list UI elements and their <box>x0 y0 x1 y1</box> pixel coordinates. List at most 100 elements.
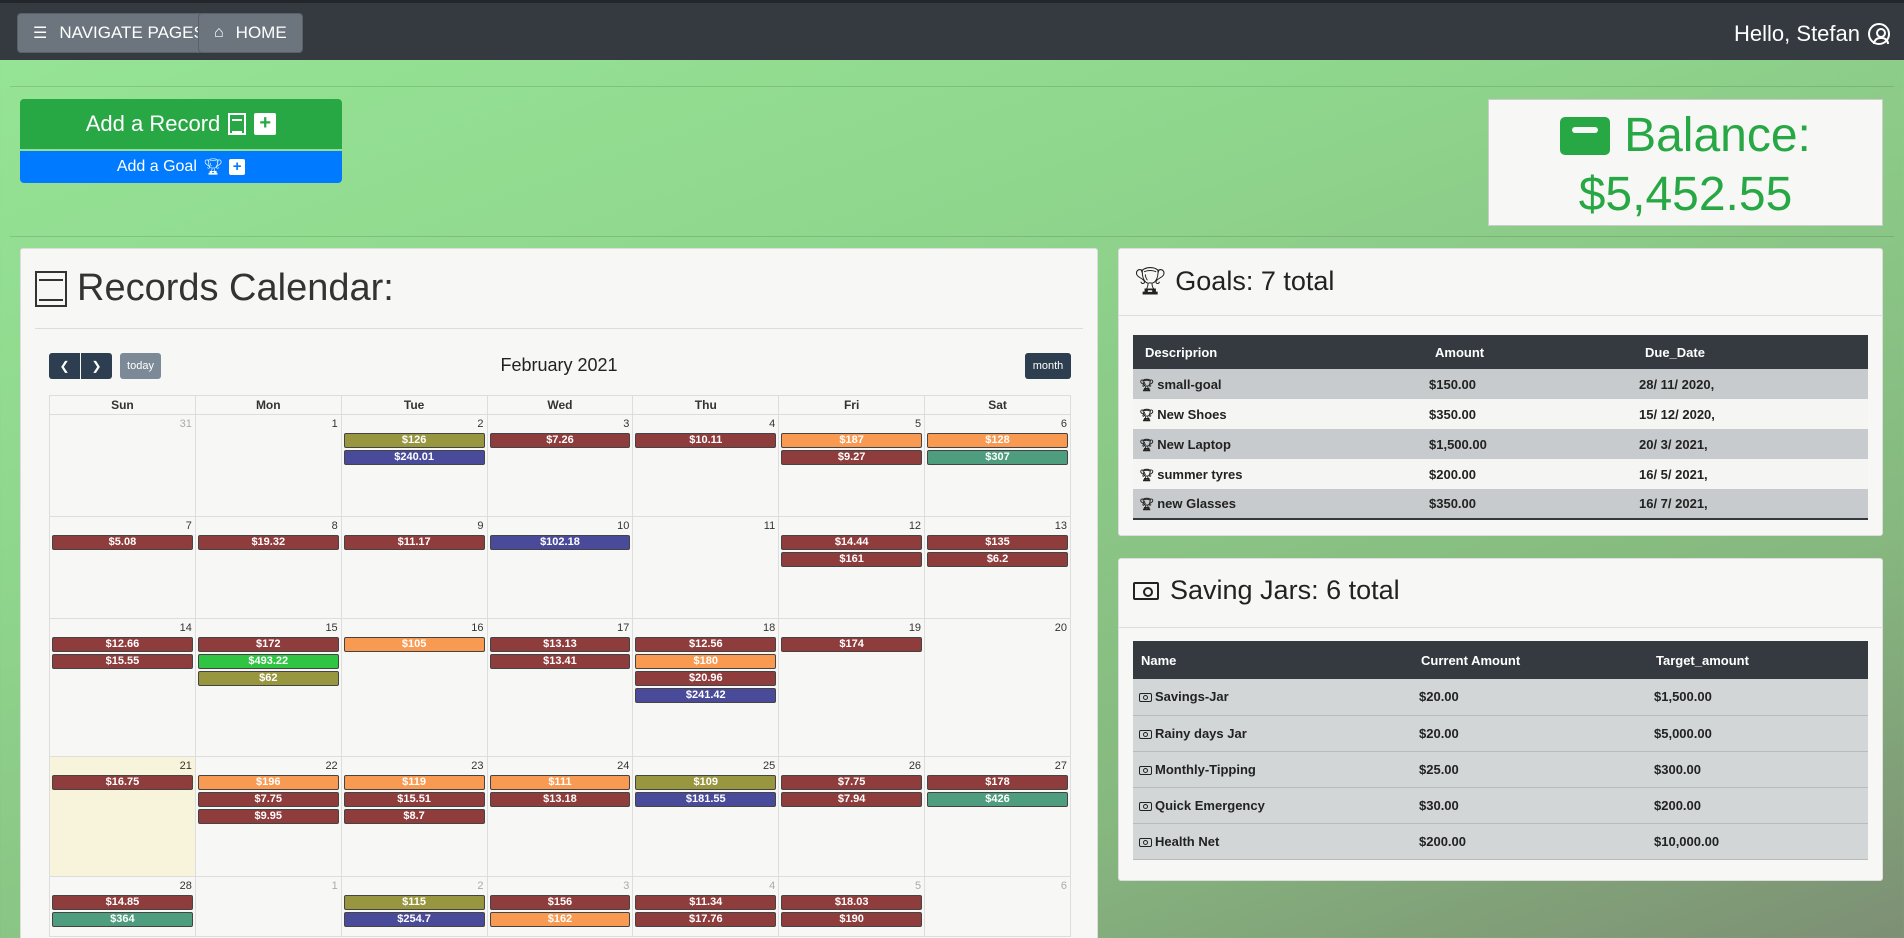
calendar-day-cell[interactable]: 4 $10.11 <box>632 414 780 517</box>
calendar-event[interactable]: $11.17 <box>343 535 485 550</box>
calendar-day-cell[interactable]: 12 $14.44 $161 <box>778 516 926 619</box>
saving-jar-row[interactable]: Health Net $200.00 $10,000.00 <box>1133 823 1868 860</box>
calendar-day-cell[interactable]: 10 $102.18 <box>486 516 634 619</box>
home-button[interactable]: ⌂ HOME <box>198 13 303 53</box>
calendar-event[interactable]: $254.7 <box>343 912 485 927</box>
calendar-event[interactable]: $7.75 <box>781 775 923 790</box>
calendar-event[interactable]: $172 <box>197 637 339 652</box>
calendar-event[interactable]: $178 <box>927 775 1068 790</box>
calendar-day-cell[interactable]: 5 $187 $9.27 <box>778 414 926 517</box>
calendar-day-cell[interactable]: 26 $7.75 $7.94 <box>778 756 926 877</box>
navigate-pages-button[interactable]: ☰ NAVIGATE PAGES <box>17 13 221 53</box>
calendar-day-cell[interactable]: 2 $115 $254.7 <box>340 876 488 937</box>
goal-row[interactable]: 🏆︎ new Glasses $350.00 16/ 7/ 2021, <box>1133 489 1868 520</box>
calendar-event[interactable]: $109 <box>635 775 777 790</box>
calendar-event[interactable]: $12.56 <box>635 637 777 652</box>
calendar-day-cell[interactable]: 19 $174 <box>778 618 926 757</box>
calendar-day-cell[interactable]: 1 <box>194 414 342 517</box>
saving-jar-row[interactable]: Savings-Jar $20.00 $1,500.00 <box>1133 679 1868 716</box>
calendar-event[interactable]: $13.13 <box>489 637 631 652</box>
calendar-event[interactable]: $5.08 <box>52 535 193 550</box>
calendar-event[interactable]: $128 <box>927 433 1068 448</box>
calendar-day-cell[interactable]: 27 $178 $426 <box>924 756 1071 877</box>
calendar-day-cell[interactable]: 11 <box>632 516 780 619</box>
calendar-event[interactable]: $7.75 <box>197 792 339 807</box>
goal-row[interactable]: 🏆︎ small-goal $150.00 28/ 11/ 2020, <box>1133 369 1868 399</box>
saving-jar-row[interactable]: Monthly-Tipping $25.00 $300.00 <box>1133 751 1868 788</box>
calendar-event[interactable]: $9.95 <box>197 809 339 824</box>
goal-row[interactable]: 🏆︎ New Shoes $350.00 15/ 12/ 2020, <box>1133 399 1868 429</box>
calendar-day-cell[interactable]: 3 $7.26 <box>486 414 634 517</box>
calendar-event[interactable]: $187 <box>781 433 923 448</box>
calendar-day-cell[interactable]: 13 $135 $6.2 <box>924 516 1071 619</box>
calendar-event[interactable]: $11.34 <box>635 895 777 910</box>
calendar-event[interactable]: $135 <box>927 535 1068 550</box>
calendar-event[interactable]: $7.94 <box>781 792 923 807</box>
calendar-event[interactable]: $16.75 <box>52 775 193 790</box>
calendar-day-cell[interactable]: 7 $5.08 <box>49 516 196 619</box>
calendar-event[interactable]: $14.85 <box>52 895 193 910</box>
calendar-day-cell[interactable]: 9 $11.17 <box>340 516 488 619</box>
user-greeting[interactable]: Hello, Stefan <box>1734 21 1890 47</box>
calendar-event[interactable]: $190 <box>781 912 923 927</box>
calendar-event[interactable]: $18.03 <box>781 895 923 910</box>
calendar-event[interactable]: $102.18 <box>489 535 631 550</box>
calendar-event[interactable]: $493.22 <box>197 654 339 669</box>
calendar-event[interactable]: $8.7 <box>343 809 485 824</box>
add-goal-button[interactable]: Add a Goal 🏆︎ + <box>20 151 342 183</box>
calendar-event[interactable]: $240.01 <box>343 450 485 465</box>
calendar-event[interactable]: $181.55 <box>635 792 777 807</box>
calendar-event[interactable]: $13.18 <box>489 792 631 807</box>
calendar-event[interactable]: $15.51 <box>343 792 485 807</box>
month-view-button[interactable]: month <box>1025 353 1071 379</box>
calendar-event[interactable]: $19.32 <box>197 535 339 550</box>
calendar-event[interactable]: $241.42 <box>635 688 777 703</box>
calendar-event[interactable]: $62 <box>197 671 339 686</box>
calendar-event[interactable]: $10.11 <box>635 433 777 448</box>
calendar-day-cell[interactable]: 8 $19.32 <box>194 516 342 619</box>
calendar-day-cell[interactable]: 2 $126 $240.01 <box>340 414 488 517</box>
calendar-event[interactable]: $364 <box>52 912 193 927</box>
calendar-day-cell[interactable]: 24 $111 $13.18 <box>486 756 634 877</box>
calendar-event[interactable]: $307 <box>927 450 1068 465</box>
calendar-day-cell[interactable]: 22 $196 $7.75 $9.95 <box>194 756 342 877</box>
add-record-button[interactable]: Add a Record + <box>20 99 342 149</box>
calendar-day-cell[interactable]: 4 $11.34 $17.76 <box>632 876 780 937</box>
calendar-day-cell[interactable]: 6 $128 $307 <box>924 414 1071 517</box>
calendar-event[interactable]: $20.96 <box>635 671 777 686</box>
calendar-event[interactable]: $111 <box>489 775 631 790</box>
calendar-event[interactable]: $105 <box>343 637 485 652</box>
goal-row[interactable]: 🏆︎ New Laptop $1,500.00 20/ 3/ 2021, <box>1133 429 1868 459</box>
calendar-event[interactable]: $115 <box>343 895 485 910</box>
calendar-event[interactable]: $119 <box>343 775 485 790</box>
calendar-day-cell[interactable]: 28 $14.85 $364 <box>49 876 196 937</box>
calendar-event[interactable]: $426 <box>927 792 1068 807</box>
goal-row[interactable]: 🏆︎ summer tyres $200.00 16/ 5/ 2021, <box>1133 459 1868 489</box>
calendar-event[interactable]: $12.66 <box>52 637 193 652</box>
calendar-event[interactable]: $126 <box>343 433 485 448</box>
calendar-event[interactable]: $161 <box>781 552 923 567</box>
calendar-event[interactable]: $180 <box>635 654 777 669</box>
calendar-event[interactable]: $7.26 <box>489 433 631 448</box>
calendar-day-cell[interactable]: 23 $119 $15.51 $8.7 <box>340 756 488 877</box>
calendar-day-cell[interactable]: 25 $109 $181.55 <box>632 756 780 877</box>
calendar-event[interactable]: $196 <box>197 775 339 790</box>
calendar-event[interactable]: $14.44 <box>781 535 923 550</box>
calendar-event[interactable]: $9.27 <box>781 450 923 465</box>
calendar-day-cell[interactable]: 6 <box>924 876 1071 937</box>
calendar-day-cell[interactable]: 1 <box>194 876 342 937</box>
calendar-event[interactable]: $13.41 <box>489 654 631 669</box>
calendar-event[interactable]: $17.76 <box>635 912 777 927</box>
calendar-event[interactable]: $15.55 <box>52 654 193 669</box>
calendar-day-cell[interactable]: 15 $172 $493.22 $62 <box>194 618 342 757</box>
calendar-day-cell[interactable]: 20 <box>924 618 1071 757</box>
saving-jar-row[interactable]: Rainy days Jar $20.00 $5,000.00 <box>1133 715 1868 752</box>
calendar-event[interactable]: $156 <box>489 895 631 910</box>
calendar-day-cell[interactable]: 18 $12.56 $180 $20.96 $241.42 <box>632 618 780 757</box>
calendar-event[interactable]: $6.2 <box>927 552 1068 567</box>
saving-jar-row[interactable]: Quick Emergency $30.00 $200.00 <box>1133 787 1868 824</box>
calendar-day-cell[interactable]: 17 $13.13 $13.41 <box>486 618 634 757</box>
calendar-day-cell[interactable]: 16 $105 <box>340 618 488 757</box>
calendar-day-cell[interactable]: 3 $156 $162 <box>486 876 634 937</box>
calendar-day-cell[interactable]: 21 $16.75 <box>49 756 196 877</box>
